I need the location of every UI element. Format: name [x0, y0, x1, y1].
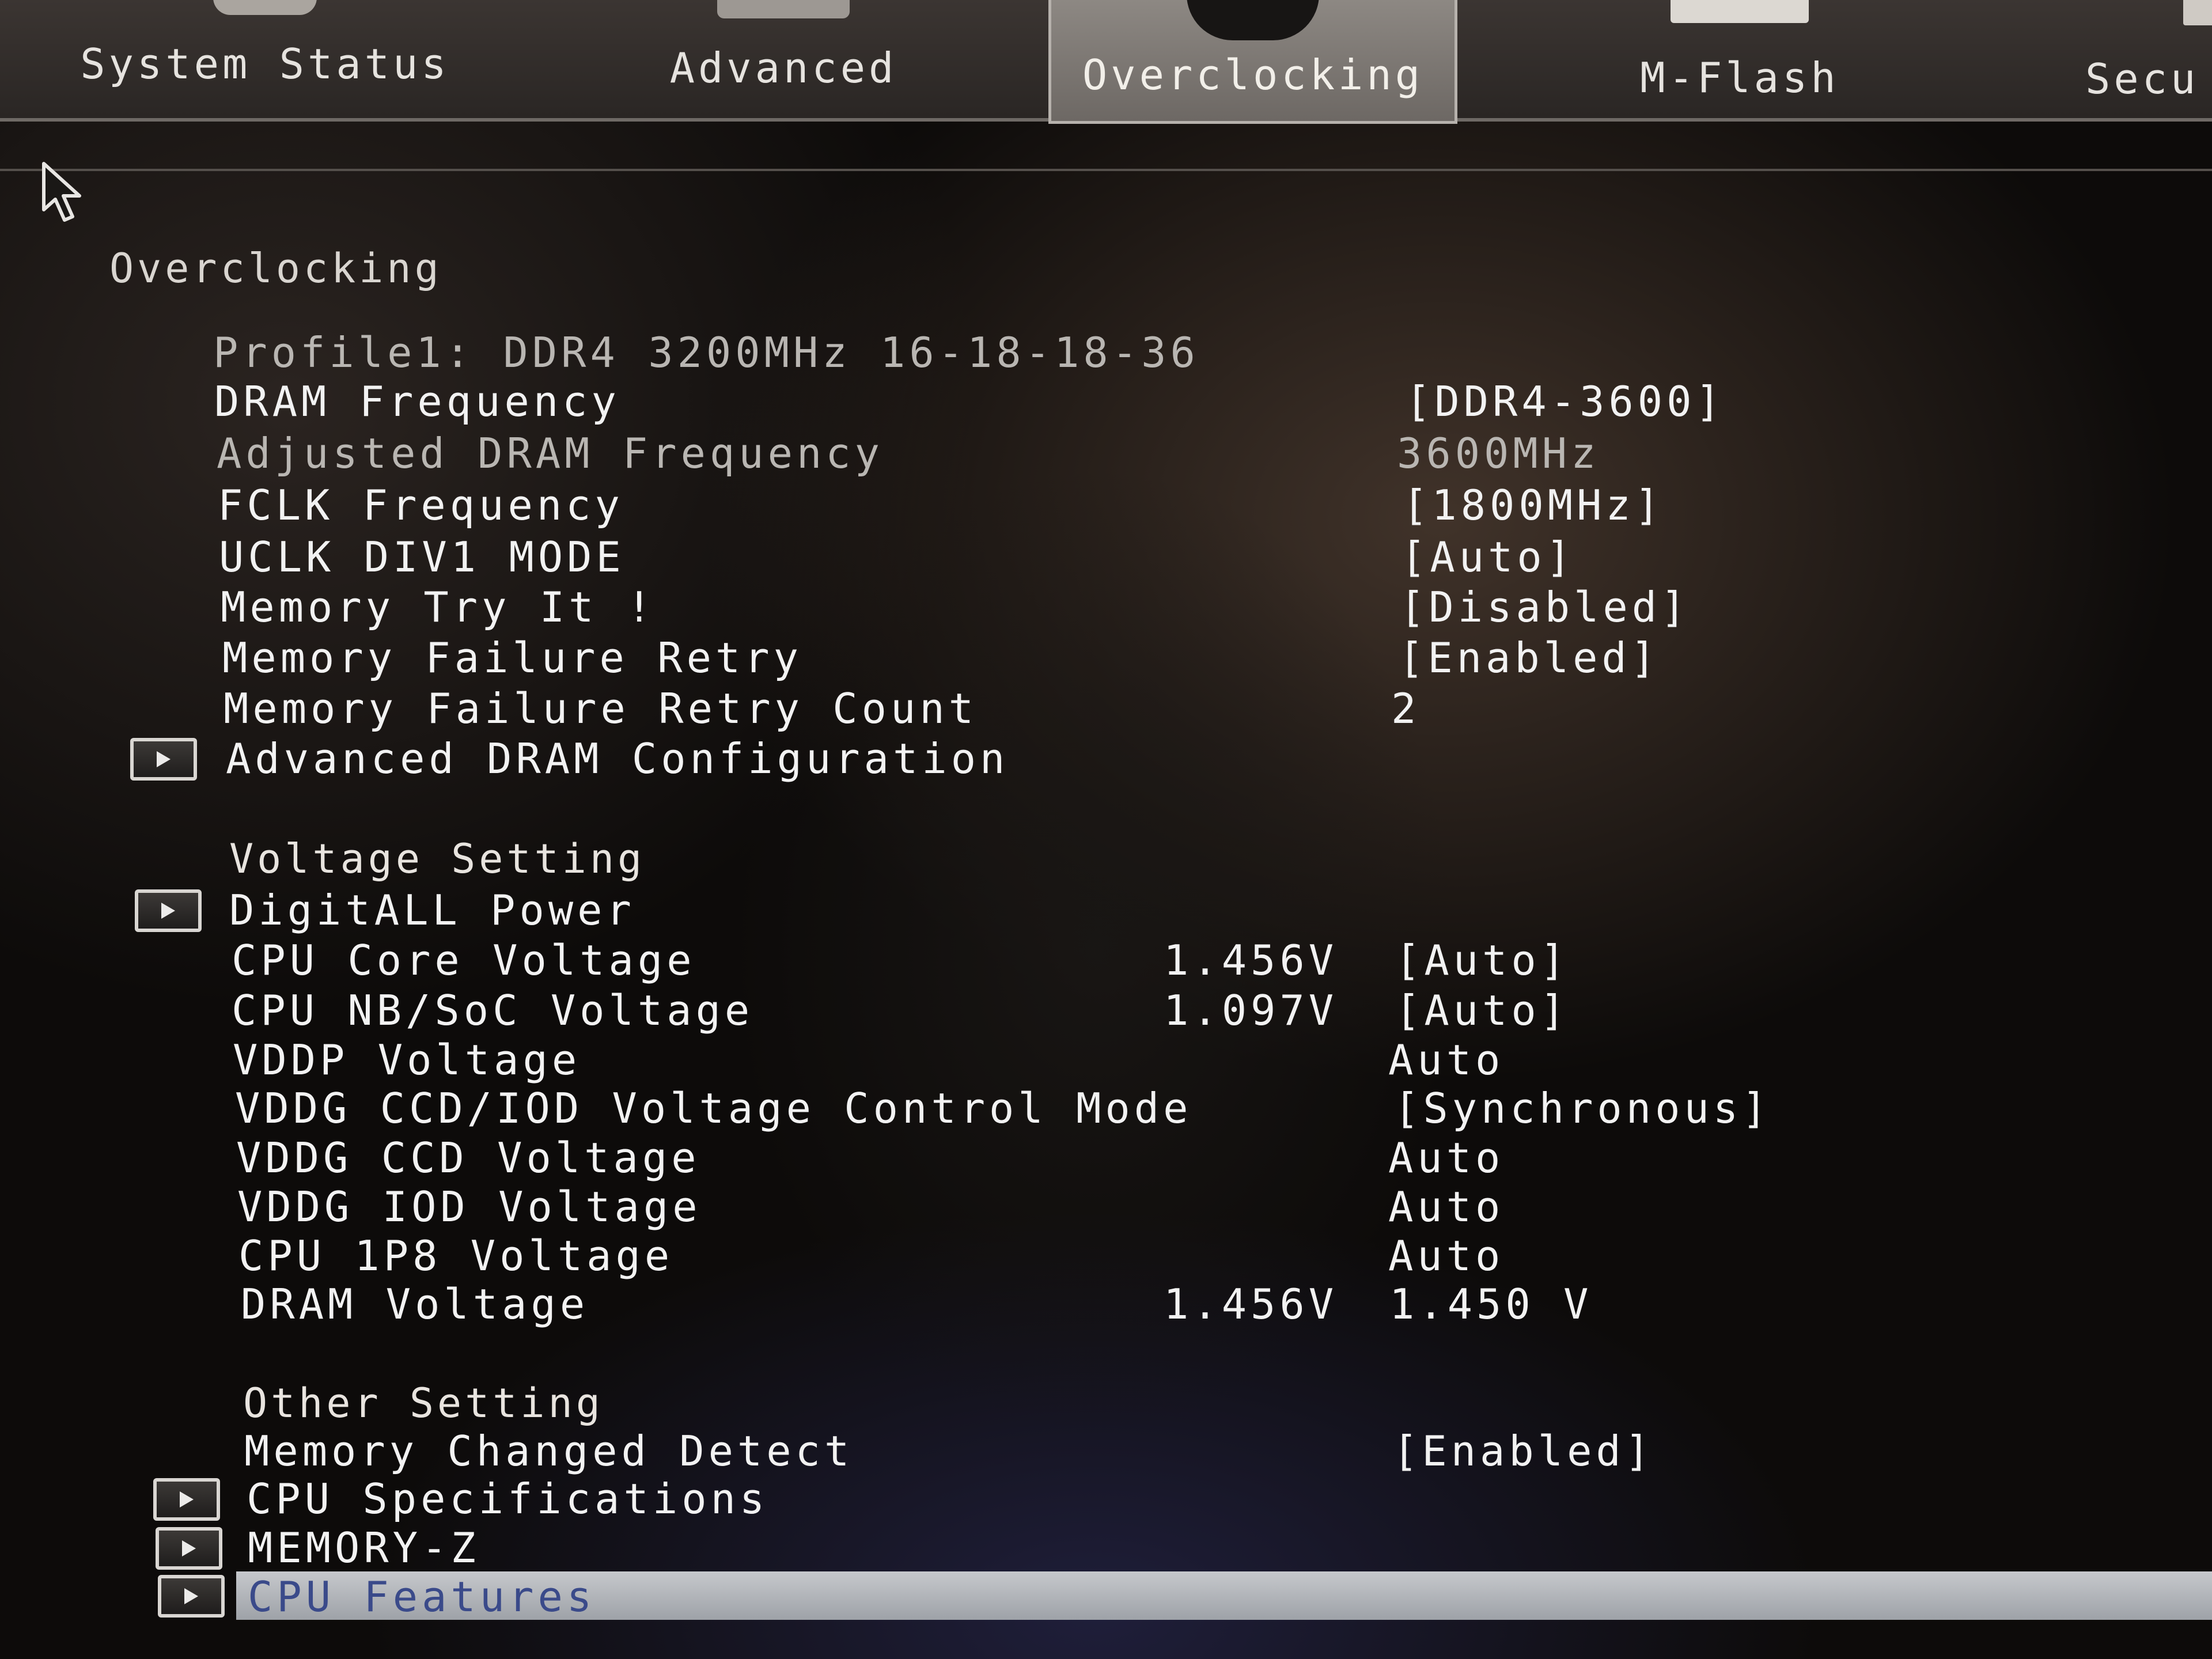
voltage-setting-heading: Voltage Setting: [229, 835, 646, 882]
setting-cpu-core-voltage[interactable]: CPU Core Voltage 1.456V [Auto]: [0, 936, 2212, 987]
setting-label: VDDG CCD Voltage: [236, 1134, 700, 1182]
setting-label: Memory Changed Detect: [244, 1427, 854, 1475]
setting-vddg-control-mode[interactable]: VDDG CCD/IOD Voltage Control Mode [Synch…: [0, 1084, 2212, 1135]
advanced-icon: [717, 0, 850, 18]
setting-value[interactable]: Auto: [1388, 1134, 1504, 1182]
tab-overclocking[interactable]: Overclocking: [1048, 0, 1457, 124]
setting-label: VDDG IOD Voltage: [237, 1183, 702, 1231]
security-icon: [2183, 0, 2212, 25]
submenu-arrow-icon: [156, 1527, 222, 1570]
other-setting-heading: Other Setting: [243, 1380, 604, 1427]
setting-value[interactable]: [Auto]: [1395, 936, 1569, 984]
tab-m-flash[interactable]: M-Flash: [1590, 0, 1889, 118]
setting-uclk-div1-mode[interactable]: UCLK DIV1 MODE [Auto]: [0, 533, 2212, 584]
setting-value[interactable]: [Auto]: [1401, 533, 1575, 581]
submenu-memory-z[interactable]: MEMORY-Z: [0, 1524, 2212, 1574]
tab-label: M-Flash: [1640, 54, 1839, 102]
setting-value[interactable]: Auto: [1388, 1036, 1504, 1084]
setting-label: CPU 1P8 Voltage: [238, 1232, 674, 1280]
submenu-digitall-power[interactable]: DigitALL Power: [0, 886, 2212, 937]
setting-label: DRAM Frequency: [214, 377, 620, 426]
setting-value[interactable]: Auto: [1388, 1232, 1504, 1280]
setting-label: CPU Core Voltage: [232, 936, 696, 984]
submenu-arrow-icon: [135, 889, 202, 932]
setting-value[interactable]: [Auto]: [1395, 986, 1569, 1035]
setting-value[interactable]: [Disabled]: [1400, 583, 1690, 631]
setting-label: CPU NB/SoC Voltage: [232, 986, 754, 1035]
setting-label: VDDG CCD/IOD Voltage Control Mode: [235, 1084, 1192, 1132]
bios-chip-icon: [1671, 0, 1809, 23]
setting-vddg-iod-voltage[interactable]: VDDG IOD Voltage Auto: [0, 1183, 2212, 1233]
profile-info: Profile1: DDR4 3200MHz 16-18-18-36: [0, 328, 2212, 379]
setting-dram-voltage[interactable]: DRAM Voltage 1.456V 1.450 V: [0, 1280, 2212, 1331]
setting-label: Memory Failure Retry: [222, 634, 802, 682]
tab-advanced[interactable]: Advanced: [622, 0, 945, 118]
setting-memory-failure-retry[interactable]: Memory Failure Retry [Enabled]: [0, 634, 2212, 684]
setting-label: Memory Try It !: [221, 583, 656, 631]
setting-label: FCLK Frequency: [218, 481, 624, 529]
setting-value[interactable]: 1.450 V: [1389, 1280, 1592, 1328]
submenu-arrow-icon: [158, 1575, 225, 1618]
current-voltage: 1.456V: [1164, 1280, 1338, 1328]
overclock-icon: [1187, 0, 1319, 40]
setting-value[interactable]: [DDR4-3600]: [1406, 377, 1725, 426]
tab-label: Secu: [2085, 55, 2199, 103]
setting-label: VDDP Voltage: [233, 1036, 581, 1084]
mouse-pointer-icon: [42, 162, 81, 222]
tab-label: System Status: [80, 40, 450, 88]
tab-system-status[interactable]: System Status: [46, 0, 484, 118]
section-title: Overclocking: [109, 245, 442, 292]
setting-fclk-frequency[interactable]: FCLK Frequency [1800MHz]: [0, 481, 2212, 532]
setting-value[interactable]: [1800MHz]: [1403, 481, 1664, 529]
selected-item-label[interactable]: CPU Features: [248, 1573, 596, 1621]
submenu-arrow-icon: [153, 1478, 220, 1521]
setting-label: MEMORY-Z: [248, 1524, 480, 1572]
setting-value[interactable]: [Synchronous]: [1394, 1084, 1771, 1132]
divider: [0, 169, 2212, 171]
tab-label: Advanced: [669, 44, 897, 92]
setting-cpu-1p8-voltage[interactable]: CPU 1P8 Voltage Auto: [0, 1232, 2212, 1282]
setting-label: Advanced DRAM Configuration: [226, 734, 1009, 783]
setting-label: DRAM Voltage: [241, 1280, 589, 1328]
setting-adjusted-dram-frequency: Adjusted DRAM Frequency 3600MHz: [0, 429, 2212, 480]
setting-label: CPU Specifications: [247, 1475, 769, 1523]
setting-dram-frequency[interactable]: DRAM Frequency [DDR4-3600]: [0, 377, 2212, 428]
top-tab-bar: System Status Advanced Overclocking M-Fl…: [0, 0, 2212, 124]
setting-value: 3600MHz: [1397, 429, 1600, 478]
setting-label: DigitALL Power: [229, 886, 635, 934]
setting-value[interactable]: 2: [1391, 684, 1420, 733]
setting-value[interactable]: Auto: [1388, 1183, 1504, 1231]
tab-label: Overclocking: [1082, 51, 1424, 99]
setting-label: Memory Failure Retry Count: [224, 684, 978, 733]
submenu-arrow-icon: [130, 738, 197, 781]
setting-cpu-nb-soc-voltage[interactable]: CPU NB/SoC Voltage 1.097V [Auto]: [0, 986, 2212, 1037]
submenu-advanced-dram-configuration[interactable]: Advanced DRAM Configuration: [0, 734, 2212, 785]
setting-value[interactable]: [Enabled]: [1399, 634, 1660, 682]
setting-label: Adjusted DRAM Frequency: [217, 429, 884, 478]
current-voltage: 1.097V: [1164, 986, 1338, 1035]
setting-value[interactable]: [Enabled]: [1393, 1427, 1654, 1475]
setting-memory-try-it[interactable]: Memory Try It ! [Disabled]: [0, 583, 2212, 634]
profile-label: Profile1: DDR4 3200MHz 16-18-18-36: [213, 328, 1199, 377]
setting-memory-failure-retry-count[interactable]: Memory Failure Retry Count 2: [0, 684, 2212, 735]
setting-label: UCLK DIV1 MODE: [219, 533, 625, 581]
setting-vddg-ccd-voltage[interactable]: VDDG CCD Voltage Auto: [0, 1134, 2212, 1184]
submenu-cpu-specifications[interactable]: CPU Specifications: [0, 1475, 2212, 1525]
setting-memory-changed-detect[interactable]: Memory Changed Detect [Enabled]: [0, 1427, 2212, 1478]
status-icon: [213, 0, 317, 15]
setting-vddp-voltage[interactable]: VDDP Voltage Auto: [0, 1036, 2212, 1086]
tab-security[interactable]: Secu: [2085, 0, 2212, 118]
current-voltage: 1.456V: [1164, 936, 1338, 984]
